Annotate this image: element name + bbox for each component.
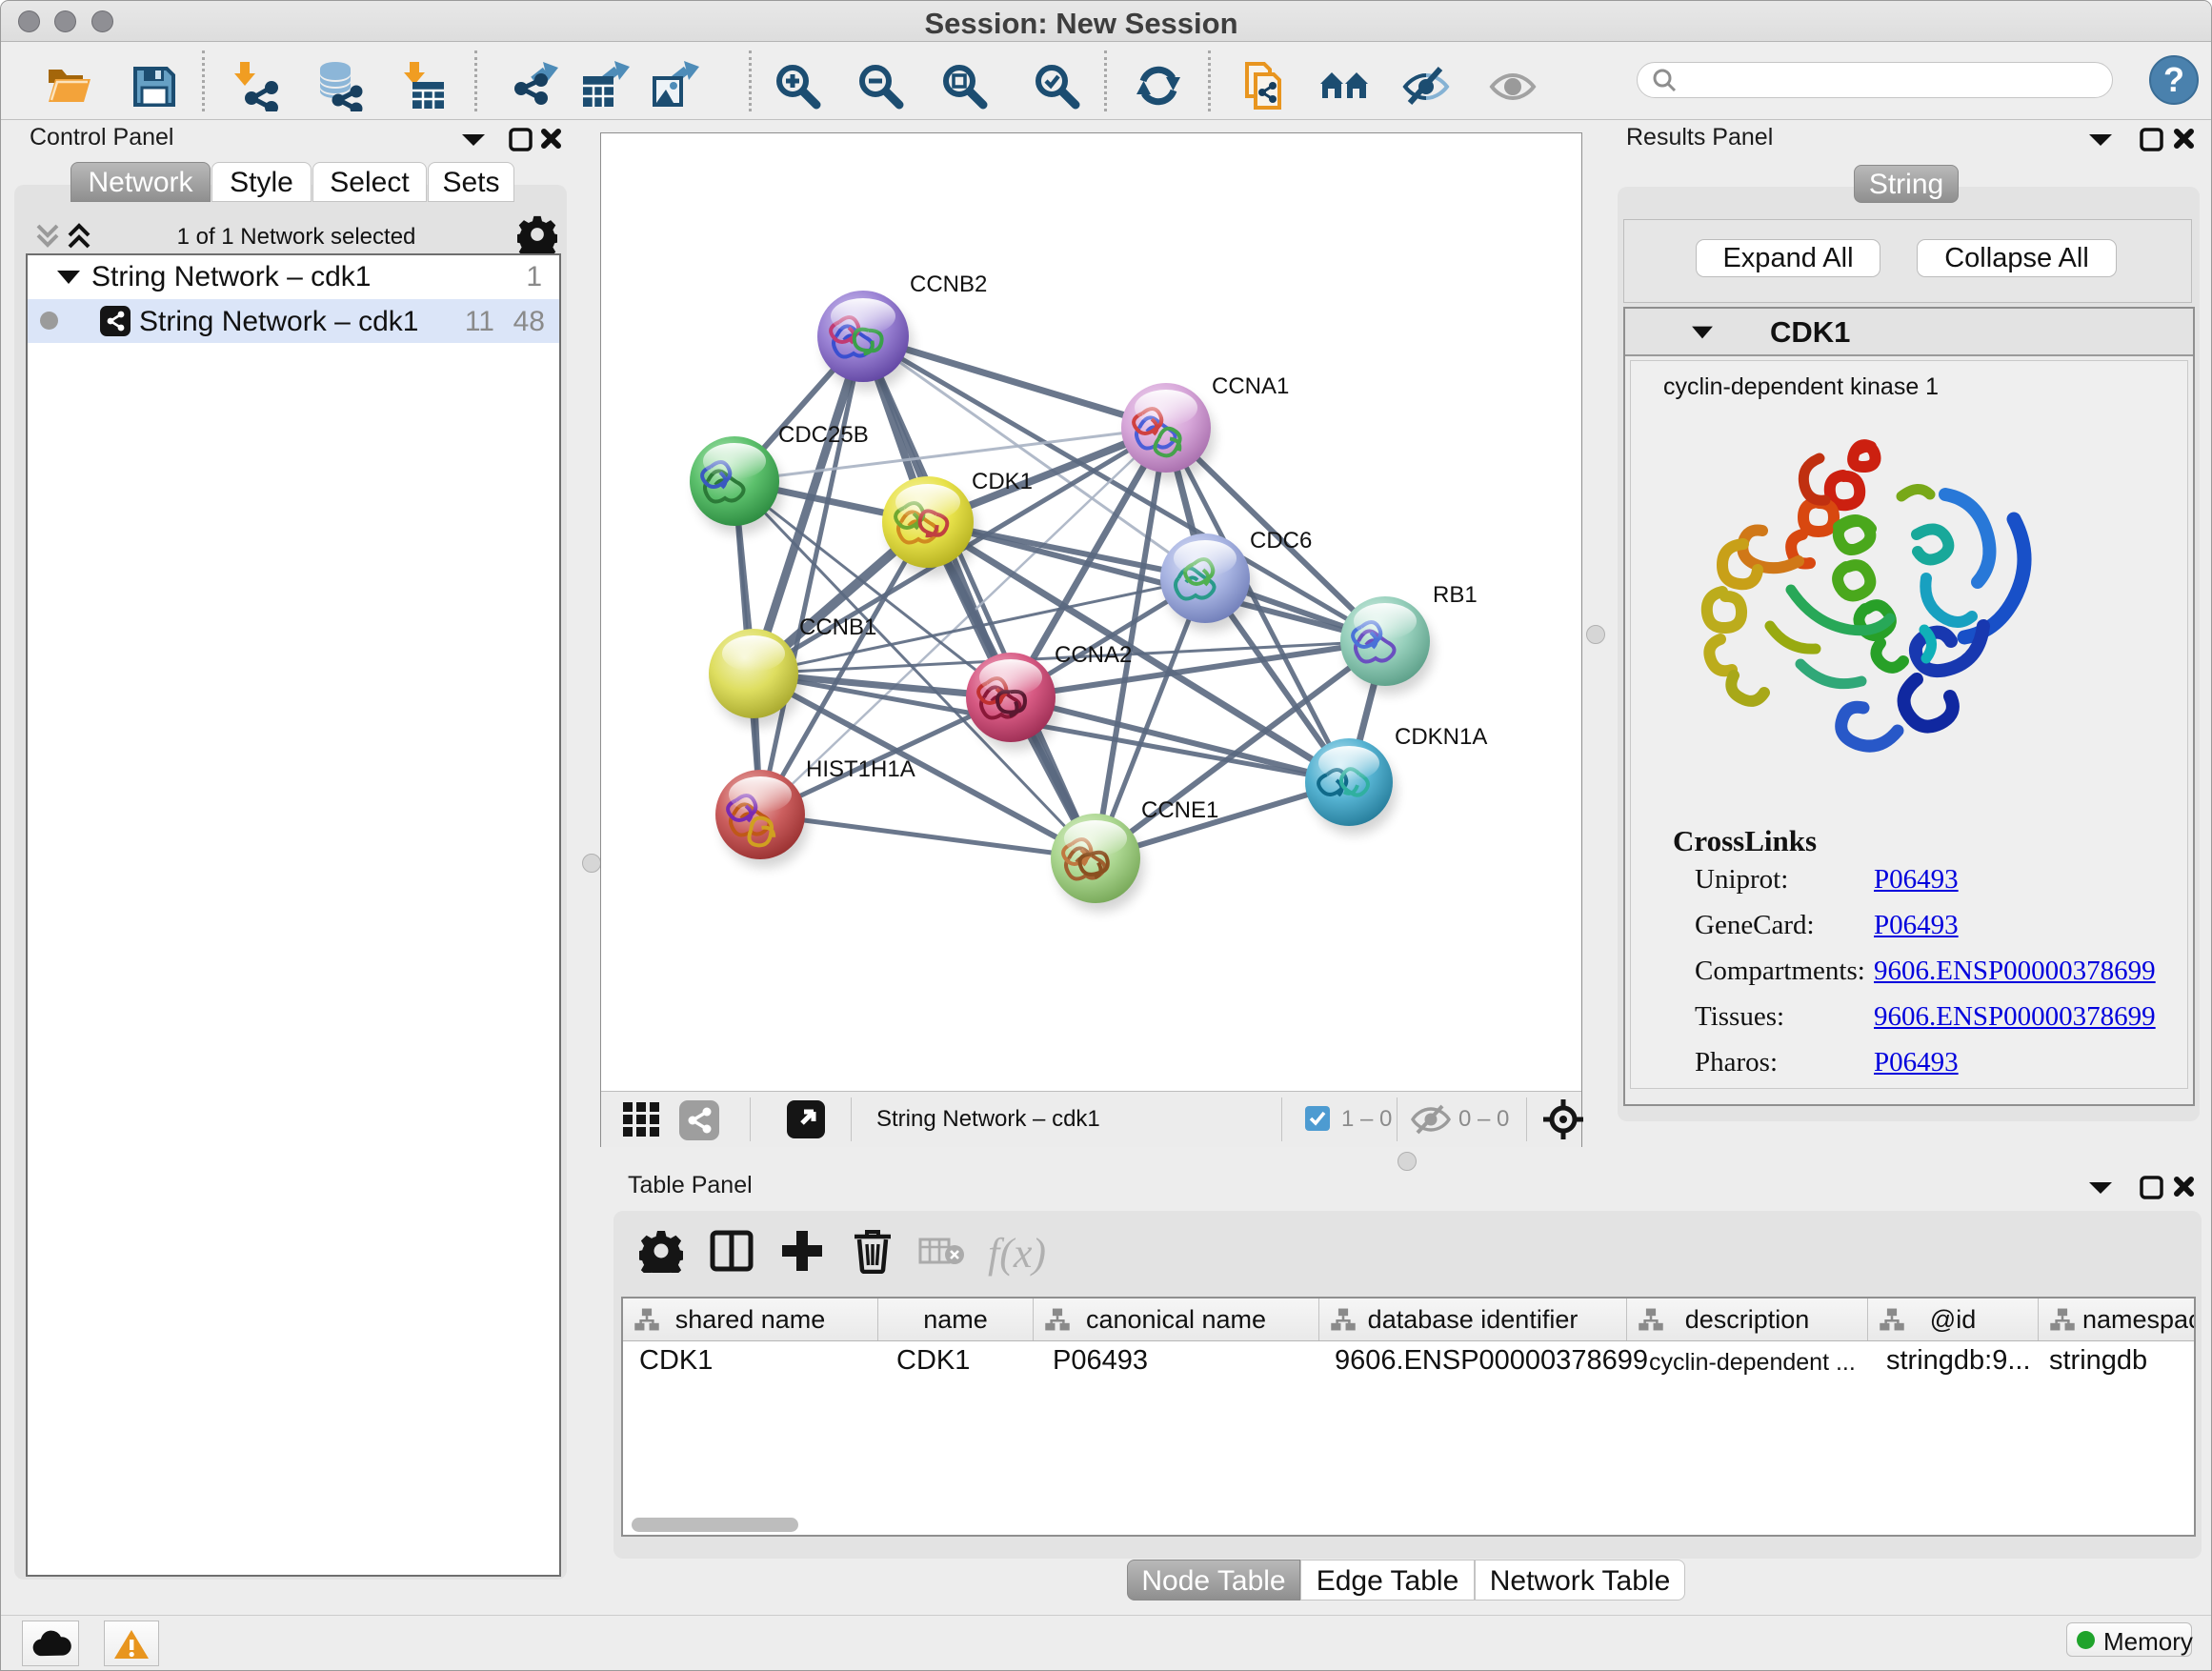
svg-text:CCNE1: CCNE1 [1141,797,1218,823]
svg-text:CCNB1: CCNB1 [799,614,876,640]
svg-text:RB1: RB1 [1433,582,1478,608]
svg-text:CDK1: CDK1 [972,469,1033,494]
svg-text:CDC6: CDC6 [1250,528,1312,554]
svg-text:CCNB2: CCNB2 [910,272,987,297]
svg-text:CCNA1: CCNA1 [1212,373,1289,399]
svg-text:CDKN1A: CDKN1A [1395,724,1487,750]
svg-text:CDC25B: CDC25B [778,422,869,448]
svg-text:CCNA2: CCNA2 [1055,642,1132,668]
svg-text:HIST1H1A: HIST1H1A [806,756,915,782]
